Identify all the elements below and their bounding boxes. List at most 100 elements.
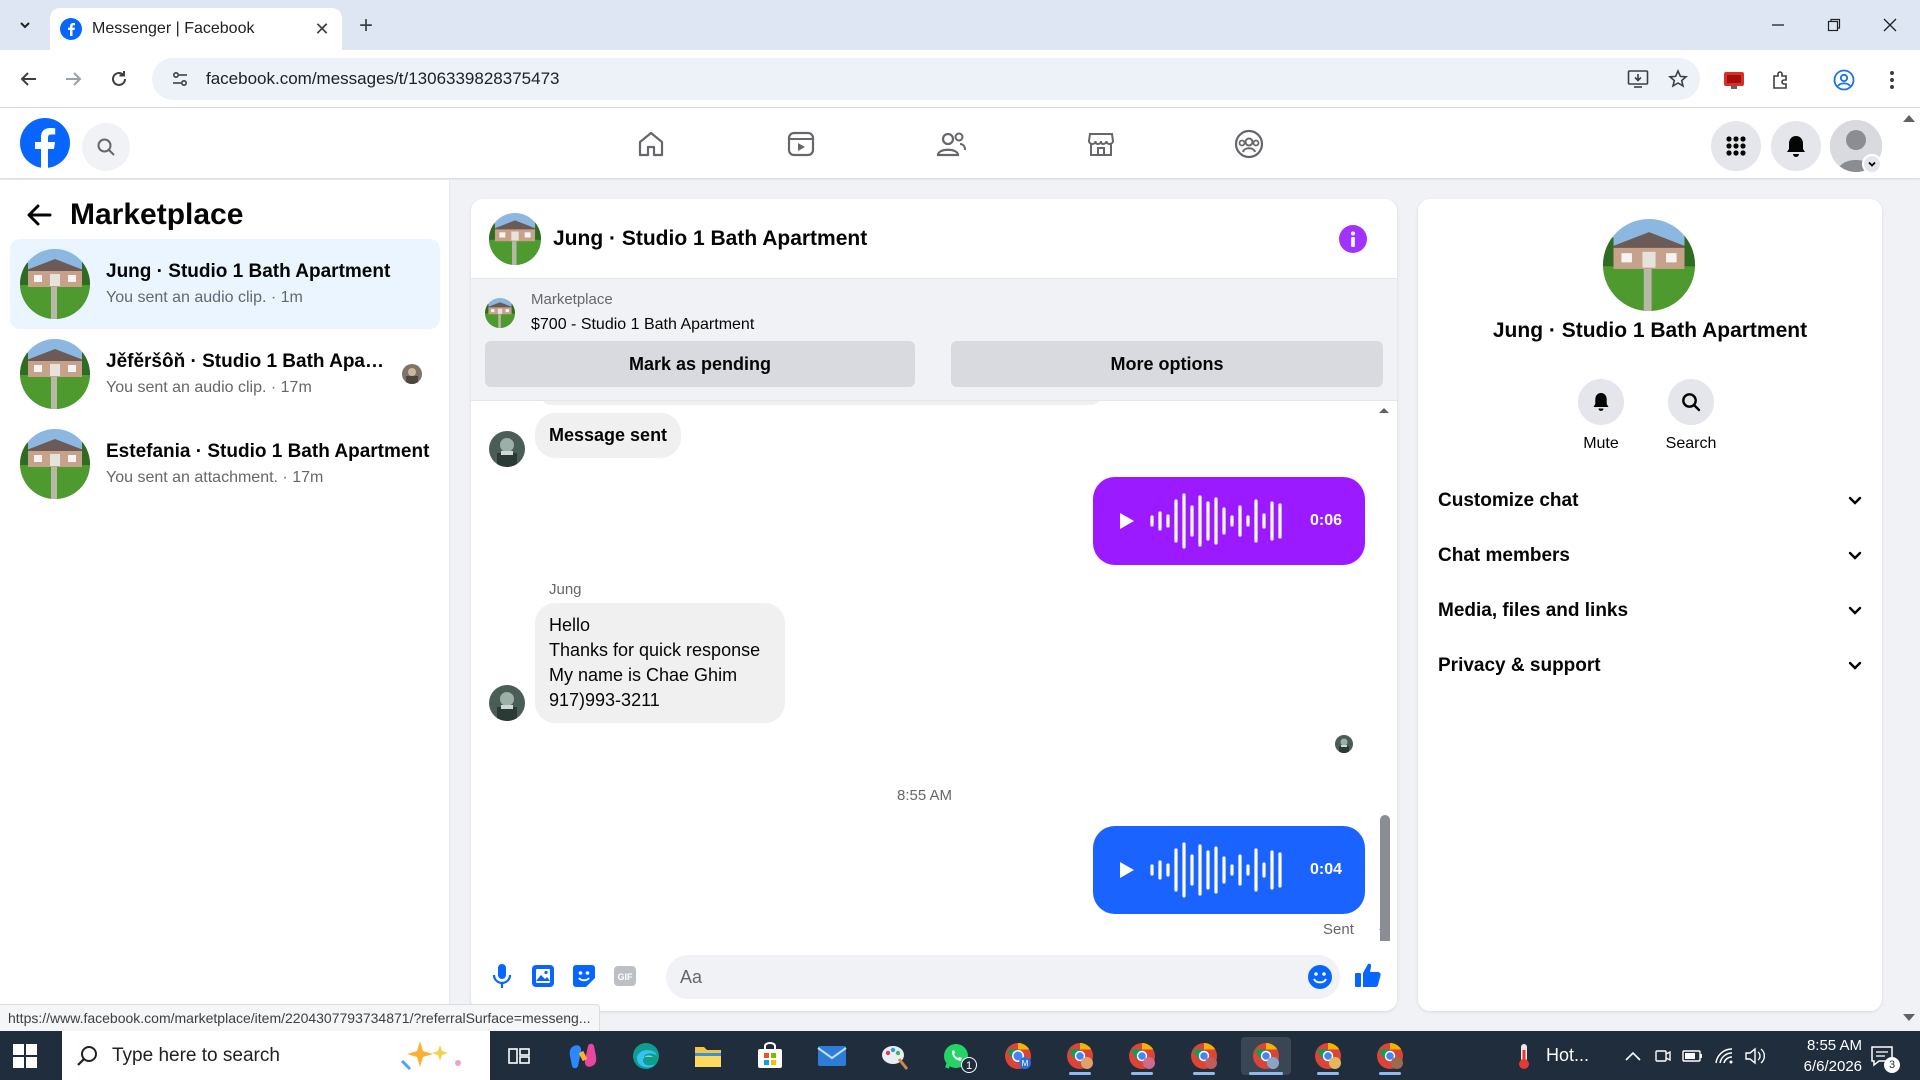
browser-menu-icon[interactable] [1876, 64, 1908, 96]
conversation-item-estefania[interactable]: Estefania · Studio 1 Bath Apartment You … [10, 419, 440, 509]
clock-date: 6/6/2026 [1803, 1058, 1862, 1075]
file-explorer-icon[interactable] [683, 1037, 733, 1075]
notification-count-badge: 3 [1884, 1057, 1900, 1073]
mail-icon[interactable] [807, 1037, 857, 1075]
groups-icon[interactable] [1226, 124, 1272, 164]
privacy-support-section[interactable]: Privacy & support [1438, 644, 1862, 688]
chat-info-avatar[interactable] [1603, 219, 1695, 311]
back-arrow-icon[interactable] [24, 200, 54, 230]
page-scroll-down-icon[interactable] [1902, 1012, 1916, 1024]
site-info-icon[interactable] [160, 70, 200, 88]
forward-icon[interactable] [58, 64, 88, 94]
battery-icon[interactable] [1682, 1048, 1704, 1064]
chat-members-section[interactable]: Chat members [1438, 534, 1862, 578]
like-thumbs-up-icon[interactable] [1353, 960, 1383, 990]
facebook-search-icon[interactable] [82, 123, 130, 171]
page-scroll-up-icon[interactable] [1902, 112, 1916, 124]
address-bar[interactable]: facebook.com/messages/t/1306339828375473 [152, 58, 1700, 100]
listing-source-label: Marketplace [531, 291, 613, 308]
copilot-icon[interactable] [558, 1037, 608, 1075]
mute-button[interactable]: Mute [1561, 379, 1641, 453]
taskbar-search-box[interactable]: Type here to search [62, 1031, 490, 1080]
minimize-icon[interactable] [1756, 10, 1800, 40]
profile-account-icon[interactable] [1828, 64, 1860, 96]
marketplace-icon[interactable] [1078, 124, 1124, 164]
audio-message-outgoing[interactable]: 0:06 [1093, 477, 1365, 565]
friends-icon[interactable] [928, 124, 974, 164]
tab-close-icon[interactable]: ✕ [312, 19, 332, 39]
conversation-header-avatar[interactable] [489, 213, 541, 265]
chrome-profile-icon[interactable] [1303, 1037, 1353, 1075]
bookmark-star-icon[interactable] [1660, 61, 1696, 97]
mute-bell-icon[interactable] [1578, 379, 1624, 425]
weather-widget[interactable]: Hot... [1514, 1031, 1589, 1080]
wifi-icon[interactable] [1714, 1047, 1734, 1065]
search-icon[interactable] [1668, 379, 1714, 425]
home-icon[interactable] [628, 124, 674, 164]
reload-icon[interactable] [104, 64, 134, 94]
account-chevron-down-icon[interactable] [1862, 154, 1882, 174]
emoji-icon[interactable] [1305, 962, 1335, 992]
whatsapp-icon[interactable]: 1 [931, 1037, 981, 1075]
tab-search-dropdown-icon[interactable] [12, 12, 38, 38]
microsoft-store-icon[interactable] [745, 1037, 795, 1075]
facebook-logo-icon[interactable] [20, 118, 70, 168]
close-window-icon[interactable] [1868, 10, 1912, 40]
extension-red-icon[interactable] [1718, 64, 1750, 96]
message-bubble-in[interactable]: Message sent [535, 413, 682, 458]
task-view-icon[interactable] [494, 1037, 544, 1075]
edge-browser-icon[interactable] [621, 1037, 671, 1075]
browser-tab[interactable]: Messenger | Facebook ✕ [50, 8, 342, 50]
media-files-links-section[interactable]: Media, files and links [1438, 589, 1862, 633]
video-icon[interactable] [778, 124, 824, 164]
message-input[interactable] [666, 955, 1340, 999]
message-line: Hello [549, 615, 591, 635]
browser-tab-bar: Messenger | Facebook ✕ + [0, 0, 1920, 50]
conversation-title[interactable]: Jung · Studio 1 Bath Apartment [553, 227, 867, 251]
menu-grid-icon[interactable] [1711, 121, 1761, 171]
volume-icon[interactable] [1744, 1047, 1766, 1065]
message-bubble-in[interactable]: Hello Thanks for quick response My name … [535, 603, 785, 723]
mark-as-pending-button[interactable]: Mark as pending [485, 341, 915, 387]
meet-now-icon[interactable] [1654, 1047, 1672, 1065]
chrome-profile-m-icon[interactable]: M [993, 1037, 1043, 1075]
notifications-bell-icon[interactable] [1771, 121, 1821, 171]
back-icon[interactable] [14, 64, 44, 94]
message-list: Message sent 0:06 Jung Hello Thanks for … [471, 401, 1397, 941]
conversation-header: Jung · Studio 1 Bath Apartment [471, 199, 1397, 279]
running-indicator [1069, 1072, 1091, 1075]
customize-chat-section[interactable]: Customize chat [1438, 479, 1862, 523]
conversation-snippet: You sent an attachment. · 17m [106, 469, 324, 486]
chrome-profile-active-icon[interactable] [1241, 1037, 1291, 1075]
chrome-profile-icon[interactable] [1055, 1037, 1105, 1075]
url-text[interactable]: facebook.com/messages/t/1306339828375473 [206, 69, 1620, 89]
conversation-item-jung[interactable]: Jung · Studio 1 Bath Apartment You sent … [10, 239, 440, 329]
show-hidden-icons-chevron-icon[interactable] [1624, 1050, 1642, 1062]
paint-app-icon[interactable] [869, 1037, 919, 1075]
taskbar-clock[interactable]: 8:55 AM 6/6/2026 [1770, 1035, 1862, 1077]
new-tab-button[interactable]: + [352, 12, 380, 40]
listing-summary[interactable]: Marketplace $700 - Studio 1 Bath Apartme… [485, 291, 754, 334]
audio-message-outgoing[interactable]: 0:04 [1093, 826, 1365, 914]
chrome-profile-icon[interactable] [1365, 1037, 1415, 1075]
extensions-puzzle-icon[interactable] [1764, 64, 1796, 96]
audio-duration: 0:06 [1310, 512, 1343, 529]
gif-icon[interactable]: GIF [610, 961, 640, 991]
scrollbar-thumb[interactable] [1380, 815, 1390, 941]
play-icon[interactable] [1115, 859, 1137, 881]
info-icon[interactable] [1339, 225, 1367, 253]
search-in-conversation-button[interactable]: Search [1651, 379, 1731, 453]
install-app-icon[interactable] [1620, 61, 1656, 97]
windows-taskbar: Type here to search 1 M Hot... 8:55 AM 6… [0, 1031, 1920, 1080]
sticker-icon[interactable] [569, 961, 599, 991]
chrome-profile-icon[interactable] [1117, 1037, 1167, 1075]
restore-icon[interactable] [1812, 10, 1856, 40]
photo-icon[interactable] [528, 961, 558, 991]
conversation-item-jefferson[interactable]: Jěfěršôň · Studio 1 Bath Apartm... You s… [10, 329, 440, 419]
chrome-profile-icon[interactable] [1179, 1037, 1229, 1075]
microphone-icon[interactable] [487, 961, 517, 991]
notification-center-icon[interactable]: 3 [1870, 1031, 1900, 1080]
windows-start-icon[interactable] [12, 1043, 38, 1069]
more-options-button[interactable]: More options [951, 341, 1383, 387]
play-icon[interactable] [1115, 510, 1137, 532]
